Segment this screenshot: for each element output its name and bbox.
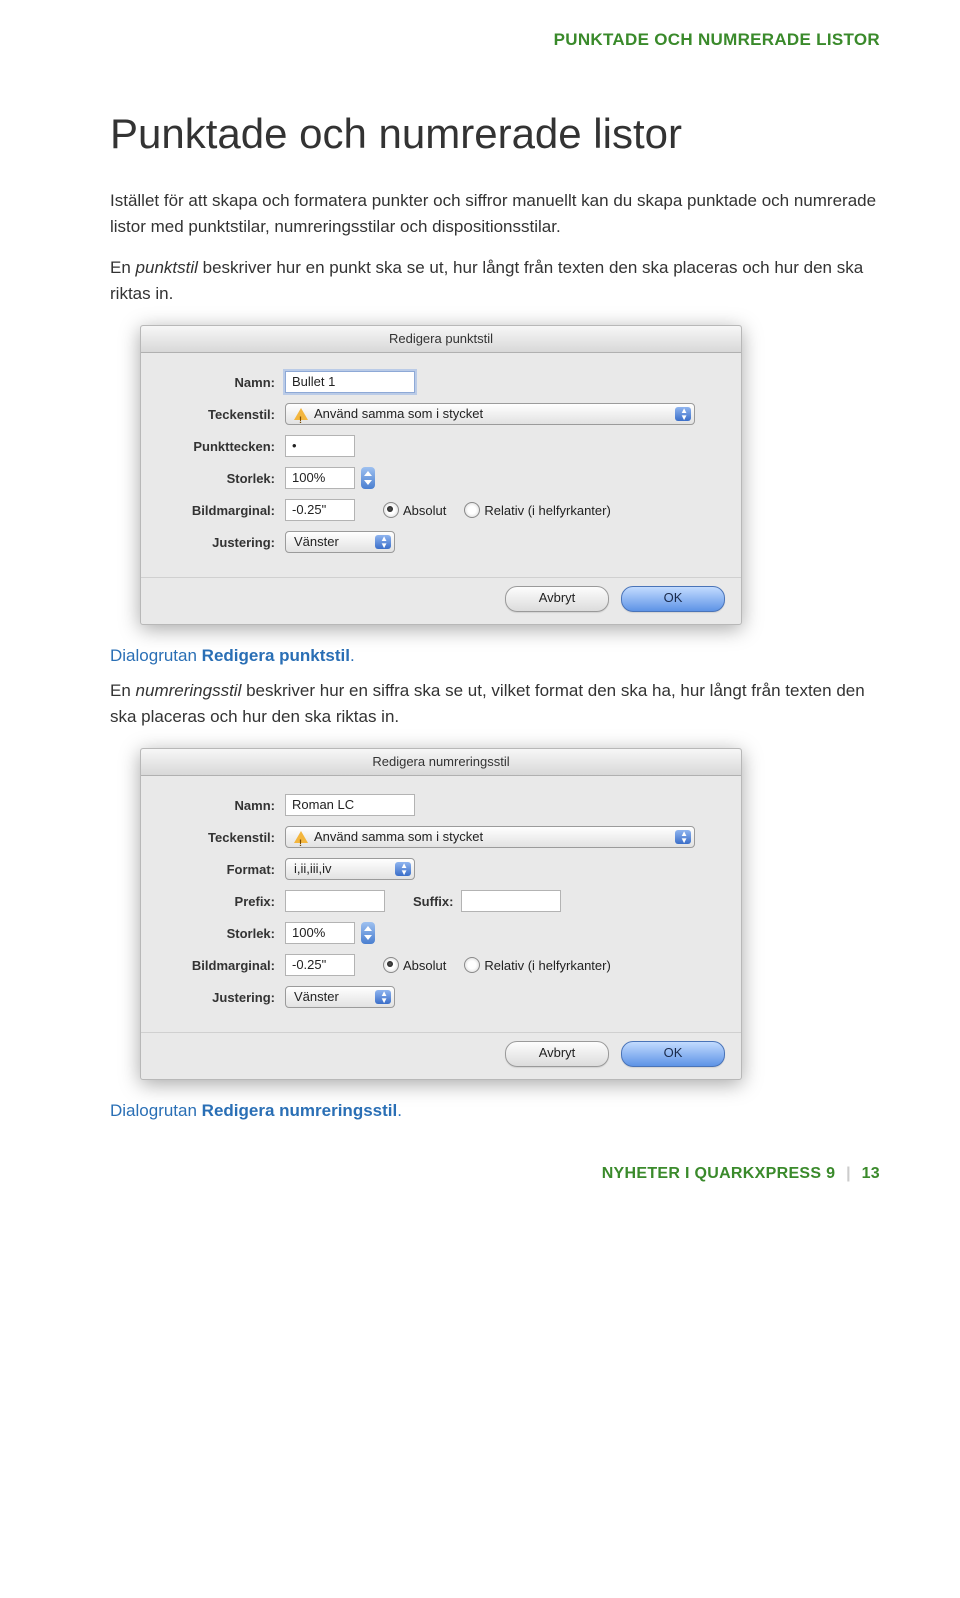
outset-label: Bildmarginal: [165, 958, 285, 973]
format-label: Format: [165, 862, 285, 877]
outset-input[interactable]: -0.25" [285, 954, 355, 976]
dialog-title: Redigera punktstil [141, 326, 741, 353]
prefix-input[interactable] [285, 890, 385, 912]
absolute-radio-label: Absolut [403, 503, 446, 518]
absolute-radio-label: Absolut [403, 958, 446, 973]
edit-numbering-style-dialog: Redigera numreringsstil Namn: Roman LC T… [140, 748, 742, 1080]
size-stepper[interactable] [361, 467, 375, 489]
dialog1-caption: Dialogrutan Redigera punktstil. [110, 643, 880, 669]
warning-icon [294, 408, 308, 420]
bulletchar-input[interactable]: • [285, 435, 355, 457]
size-input[interactable]: 100% [285, 467, 355, 489]
page-number: 13 [862, 1165, 880, 1182]
cancel-button[interactable]: Avbryt [505, 1041, 609, 1067]
cancel-button[interactable]: Avbryt [505, 586, 609, 612]
prefix-label: Prefix: [165, 894, 285, 909]
edit-bullet-style-dialog: Redigera punktstil Namn: Bullet 1 Tecken… [140, 325, 742, 625]
charstyle-select[interactable]: Använd samma som i stycket ▲▼ [285, 826, 695, 848]
relative-radio[interactable] [464, 502, 480, 518]
align-label: Justering: [165, 535, 285, 550]
align-select[interactable]: Vänster ▲▼ [285, 531, 395, 553]
suffix-label: Suffix: [385, 894, 461, 909]
align-select[interactable]: Vänster ▲▼ [285, 986, 395, 1008]
page-title: Punktade och numrerade listor [110, 110, 880, 158]
align-label: Justering: [165, 990, 285, 1005]
name-input[interactable]: Roman LC [285, 794, 415, 816]
charstyle-label: Teckenstil: [165, 407, 285, 422]
name-label: Namn: [165, 798, 285, 813]
suffix-input[interactable] [461, 890, 561, 912]
header-label: PUNKTADE OCH NUMRERADE LISTOR [110, 30, 880, 50]
name-input[interactable]: Bullet 1 [285, 371, 415, 393]
absolute-radio[interactable] [383, 957, 399, 973]
bulletchar-label: Punkttecken: [165, 439, 285, 454]
relative-radio[interactable] [464, 957, 480, 973]
charstyle-label: Teckenstil: [165, 830, 285, 845]
footer: NYHETER I QUARKXPRESS 9 | 13 [110, 1165, 880, 1183]
bulletstyle-paragraph: En punktstil beskriver hur en punkt ska … [110, 255, 880, 308]
numberingstyle-paragraph: En numreringsstil beskriver hur en siffr… [110, 678, 880, 731]
relative-radio-label: Relativ (i helfyrkanter) [484, 958, 610, 973]
name-label: Namn: [165, 375, 285, 390]
intro-paragraph: Istället för att skapa och formatera pun… [110, 188, 880, 241]
size-stepper[interactable] [361, 922, 375, 944]
dialog-title: Redigera numreringsstil [141, 749, 741, 776]
footer-divider: | [846, 1165, 851, 1182]
size-label: Storlek: [165, 471, 285, 486]
size-input[interactable]: 100% [285, 922, 355, 944]
ok-button[interactable]: OK [621, 1041, 725, 1067]
dialog2-caption: Dialogrutan Redigera numreringsstil. [110, 1098, 880, 1124]
size-label: Storlek: [165, 926, 285, 941]
ok-button[interactable]: OK [621, 586, 725, 612]
absolute-radio[interactable] [383, 502, 399, 518]
outset-label: Bildmarginal: [165, 503, 285, 518]
outset-input[interactable]: -0.25" [285, 499, 355, 521]
relative-radio-label: Relativ (i helfyrkanter) [484, 503, 610, 518]
charstyle-select[interactable]: Använd samma som i stycket ▲▼ [285, 403, 695, 425]
warning-icon [294, 831, 308, 843]
format-select[interactable]: i,ii,iii,iv ▲▼ [285, 858, 415, 880]
